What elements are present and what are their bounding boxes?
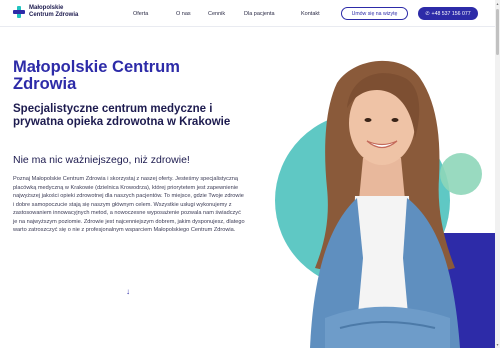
- site-logo[interactable]: Małopolskie Centrum Zdrowia: [13, 5, 78, 18]
- phone-button-label: +48 537 156 077: [431, 10, 471, 17]
- scroll-up-icon[interactable]: ▴: [496, 1, 499, 6]
- hero-photo: [255, 28, 495, 348]
- nav-item-oferta[interactable]: Oferta: [133, 0, 148, 27]
- nav-item-kontakt[interactable]: Kontakt: [301, 0, 320, 27]
- hero-subtitle: Specjalistyczne centrum medyczne i prywa…: [13, 103, 231, 128]
- medical-cross-icon: [13, 5, 25, 18]
- scrollbar-thumb[interactable]: [496, 9, 499, 55]
- page-title: Małopolskie Centrum Zdrowia: [13, 58, 180, 93]
- site-header: Małopolskie Centrum Zdrowia Oferta O nas…: [0, 0, 500, 27]
- hero-description: Poznaj Małopolskie Centrum Zdrowia i sko…: [13, 176, 245, 233]
- phone-icon: ✆: [425, 10, 430, 17]
- nav-item-o-nas[interactable]: O nas: [176, 0, 191, 27]
- smiling-woman-illustration: [310, 60, 460, 348]
- logo-text: Małopolskie Centrum Zdrowia: [29, 5, 78, 18]
- hero-section: Małopolskie Centrum Zdrowia Specjalistyc…: [0, 28, 495, 348]
- appointment-button[interactable]: Umów się na wizytę: [341, 7, 408, 20]
- nav-item-cennik[interactable]: Cennik: [208, 0, 225, 27]
- hero-tagline: Nie ma nic ważniejszego, niż zdrowie!: [13, 154, 190, 166]
- logo-line-2: Centrum Zdrowia: [29, 11, 79, 18]
- vertical-scrollbar[interactable]: ▴ ▾: [495, 0, 500, 348]
- phone-button[interactable]: ✆ +48 537 156 077: [418, 7, 478, 20]
- appointment-button-label: Umów się na wizytę: [351, 10, 398, 17]
- nav-item-dla-pacjenta[interactable]: Dla pacjenta: [244, 0, 275, 27]
- arrow-down-icon[interactable]: ↓: [123, 287, 133, 297]
- scroll-down-icon[interactable]: ▾: [496, 342, 499, 347]
